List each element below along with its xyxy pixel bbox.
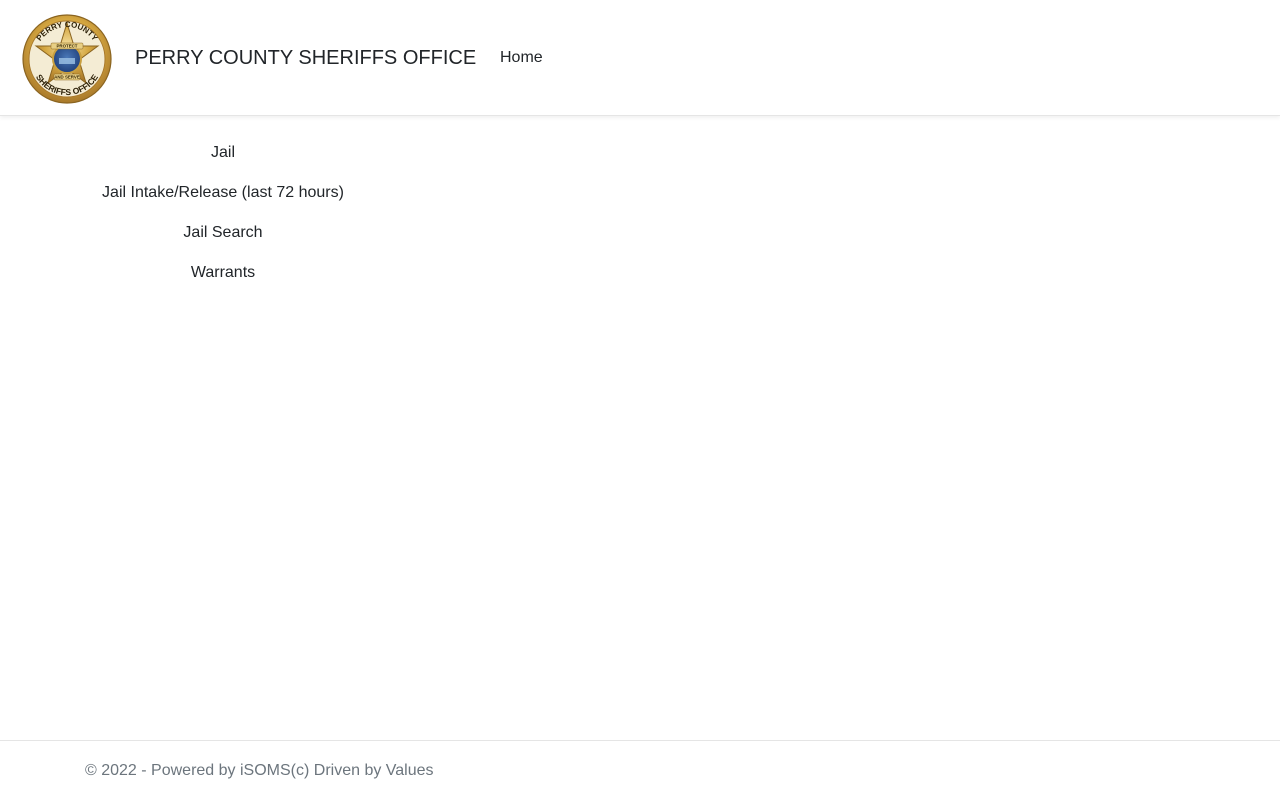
side-menu: Jail Jail Intake/Release (last 72 hours)… xyxy=(72,136,374,296)
menu-item-jail-intake-release[interactable]: Jail Intake/Release (last 72 hours) xyxy=(72,176,374,216)
footer-copyright: © 2022 - Powered by iSOMS(c) Driven by V… xyxy=(85,762,434,779)
sheriff-badge-logo[interactable]: PROTECT AND SERVE PERRY COUNTY SHERIFFS … xyxy=(21,13,113,105)
nav-home-link[interactable]: Home xyxy=(500,48,543,68)
menu-item-warrants[interactable]: Warrants xyxy=(72,256,374,296)
badge-ribbon-top-text: PROTECT xyxy=(57,44,78,49)
menu-item-jail[interactable]: Jail xyxy=(72,136,374,176)
brand-title[interactable]: PERRY COUNTY SHERIFFS OFFICE xyxy=(135,46,476,70)
badge-ribbon-bottom-text: AND SERVE xyxy=(54,75,80,80)
page-footer: © 2022 - Powered by iSOMS(c) Driven by V… xyxy=(0,740,1280,800)
top-navbar: PROTECT AND SERVE PERRY COUNTY SHERIFFS … xyxy=(0,0,1280,116)
menu-item-jail-search[interactable]: Jail Search xyxy=(72,216,374,256)
